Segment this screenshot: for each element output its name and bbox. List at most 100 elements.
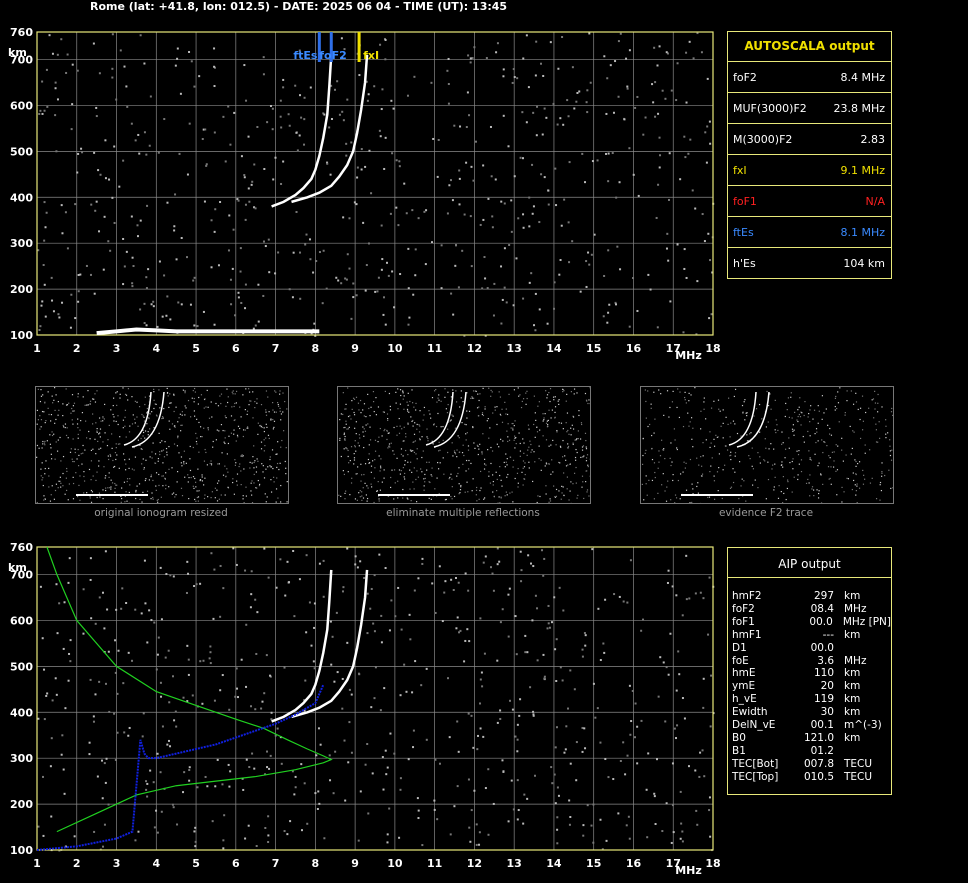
x-tick-label: 4 [152, 857, 160, 870]
noise-dot [152, 300, 155, 303]
thumb-dot [142, 458, 144, 460]
thumb-dot [43, 442, 46, 444]
thumb-dot [392, 450, 394, 452]
thumb-dot [230, 432, 233, 434]
noise-dot [67, 581, 70, 584]
x-tick-label: 3 [113, 857, 121, 870]
noise-dot [482, 735, 485, 738]
thumb-dot [862, 420, 864, 422]
noise-dot [340, 37, 343, 40]
thumb-dot [114, 491, 116, 493]
thumb-dot [82, 444, 84, 447]
noise-dot [264, 826, 267, 829]
thumb-dot [562, 388, 565, 391]
noise-dot [376, 290, 379, 293]
thumb-dot [378, 498, 380, 500]
thumb-dot [119, 393, 121, 395]
thumb-dot [374, 459, 376, 461]
thumb-dot [837, 391, 839, 393]
thumb-dot [74, 448, 76, 450]
thumb-dot [369, 426, 371, 428]
noise-dot [463, 213, 466, 216]
thumb-dot [471, 396, 473, 398]
thumb-dot [399, 389, 402, 391]
noise-dot [282, 78, 285, 81]
thumb-dot [549, 388, 552, 390]
thumb-dot [511, 491, 513, 493]
thumb-dot [174, 426, 176, 428]
thumb-dot [153, 388, 155, 391]
thumb-dot [91, 491, 94, 493]
noise-dot [491, 226, 494, 229]
thumb-dot [198, 451, 200, 453]
thumb-dot [82, 452, 84, 454]
noise-dot [350, 141, 353, 144]
noise-dot [179, 92, 182, 95]
thumb-dot [561, 485, 563, 487]
thumb-dot [472, 426, 474, 428]
noise-dot [585, 285, 588, 288]
noise-dot [296, 149, 299, 152]
thumb-dot [143, 467, 145, 469]
noise-dot [500, 322, 503, 325]
noise-dot [407, 758, 410, 761]
noise-dot [174, 710, 177, 713]
thumb-dot [793, 476, 795, 478]
thumb-dot [44, 444, 46, 446]
thumb-dot [285, 467, 287, 469]
noise-dot [373, 630, 376, 633]
thumb-dot [741, 404, 744, 407]
thumb-dot [372, 391, 375, 393]
thumb-dot [275, 453, 277, 455]
thumb-dot [72, 405, 75, 407]
thumb-dot [402, 455, 404, 457]
noise-dot [187, 673, 190, 676]
thumb-dot [362, 426, 364, 428]
thumb-dot [166, 451, 168, 453]
thumb-dot [73, 410, 75, 412]
thumb-dot [113, 416, 115, 418]
y-tick-label: 600 [10, 99, 33, 112]
noise-dot [173, 229, 176, 232]
thumb-dot [580, 422, 583, 424]
thumb-dot [68, 483, 70, 485]
noise-dot [647, 273, 650, 276]
noise-dot [556, 828, 559, 831]
noise-dot [250, 183, 253, 186]
thumb-dot [424, 473, 426, 476]
thumb-dot [144, 403, 146, 406]
thumb-dot [858, 461, 861, 463]
thumb-dot [71, 458, 73, 460]
noise-dot [367, 242, 370, 245]
thumb-dot [489, 482, 492, 484]
noise-dot [131, 659, 134, 662]
thumb-dot [799, 397, 801, 399]
thumb-dot [402, 488, 404, 491]
thumb-dot [167, 395, 169, 397]
thumb-dot [433, 423, 435, 425]
thumb-dot [343, 473, 346, 476]
noise-dot [512, 304, 515, 307]
thumb-dot [81, 412, 84, 414]
noise-dot [522, 297, 525, 300]
thumb-dot [140, 437, 142, 440]
noise-dot [116, 731, 119, 734]
thumb-dot [536, 431, 539, 433]
noise-dot [471, 57, 474, 60]
noise-dot [270, 711, 273, 714]
noise-dot [282, 86, 285, 89]
autoscala-row: M(3000)F2 2.83 [728, 123, 891, 154]
noise-dot [330, 663, 333, 666]
thumb-dot [874, 408, 876, 410]
thumb-dot [171, 423, 174, 425]
noise-dot [113, 712, 116, 715]
thumb-dot [645, 475, 647, 477]
noise-dot [193, 276, 196, 279]
thumb-dot [773, 489, 775, 491]
thumb-dot [879, 481, 882, 484]
thumb-dot [420, 468, 422, 470]
thumb-dot [159, 441, 161, 444]
noise-dot [581, 655, 584, 658]
noise-dot [343, 739, 346, 742]
thumb-dot [666, 486, 668, 488]
